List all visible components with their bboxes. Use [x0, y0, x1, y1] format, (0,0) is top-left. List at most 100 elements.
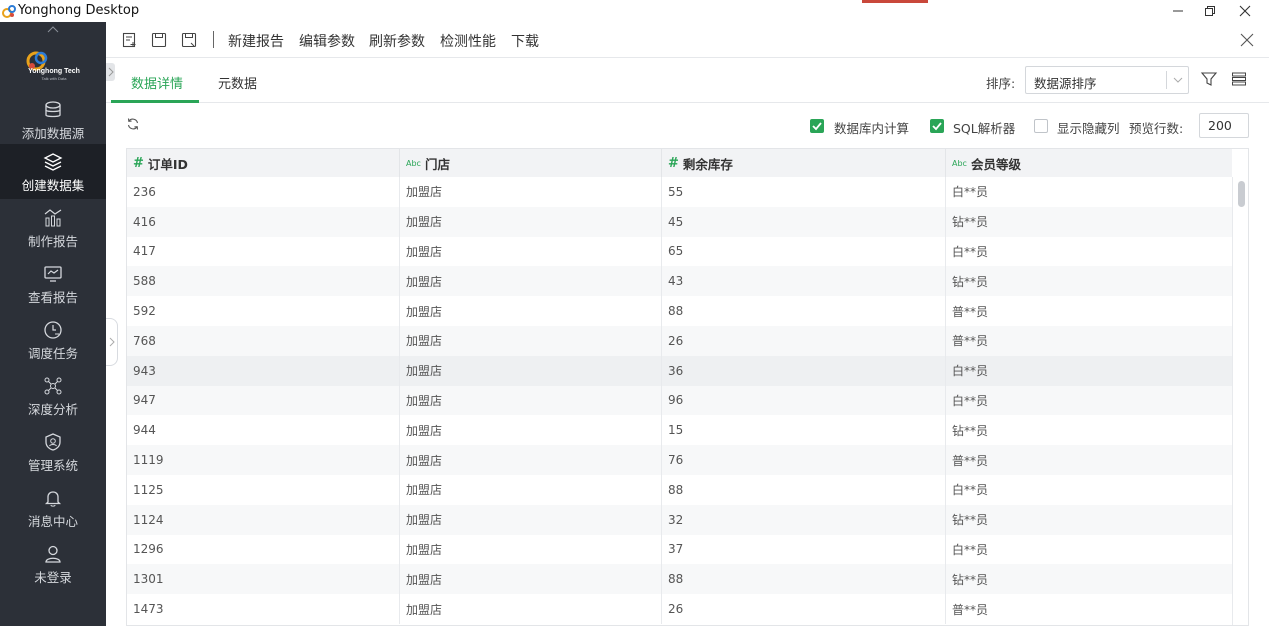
nav-label: 调度任务	[27, 346, 78, 361]
chevron-right-icon	[109, 337, 115, 347]
table-cell: 加盟店	[400, 564, 662, 595]
table-cell: 43	[662, 266, 946, 297]
data-table: # 订单ID Abc 门店 # 剩余库存 Abc 会员等级 236 加盟店 55 白*…	[126, 148, 1249, 626]
nav-item-schedule-task[interactable]: 调度任务	[0, 312, 106, 367]
table-cell: 76	[662, 445, 946, 475]
table-cell: 236	[127, 177, 400, 207]
close-button[interactable]	[1228, 0, 1262, 22]
table-cell: 加盟店	[400, 385, 662, 416]
table-row[interactable]: 236 加盟店 55 白**员	[127, 177, 1232, 207]
table-cell: 65	[662, 236, 946, 267]
edit-params-button[interactable]: 编辑参数	[299, 31, 355, 51]
yonghong-tech-logo: Yonghong Tech Talk with Data	[26, 51, 80, 81]
column-header-stock[interactable]: # 剩余库存	[662, 149, 946, 177]
show-hidden-checkbox[interactable]	[1034, 119, 1048, 133]
table-cell: 588	[127, 266, 400, 297]
table-row[interactable]: 416 加盟店 45 钻**员	[127, 206, 1232, 237]
table-cell: 钻**员	[952, 274, 989, 289]
column-header-order-id[interactable]: # 订单ID	[127, 149, 400, 177]
table-cell: 加盟店	[400, 355, 662, 386]
sql-parser-checkbox[interactable]	[930, 119, 944, 133]
table-cell: 943	[127, 355, 400, 386]
nav-item-make-report[interactable]: 制作报告	[0, 200, 106, 255]
table-row[interactable]: 417 加盟店 65 白**员	[127, 236, 1232, 267]
chevron-up-icon[interactable]	[46, 24, 60, 34]
nav-item-add-datasource[interactable]: 添加数据源	[0, 92, 106, 147]
table-row[interactable]: 1473 加盟店 26 普**员	[127, 594, 1232, 624]
column-name: 剩余库存	[682, 156, 733, 172]
scrollbar-thumb[interactable]	[1238, 181, 1245, 207]
column-type-text: Abc	[406, 158, 421, 168]
list-view-icon[interactable]	[1230, 70, 1248, 88]
close-panel-icon[interactable]	[1238, 31, 1256, 49]
new-report-button[interactable]: 新建报告	[228, 31, 284, 51]
table-scrollbar[interactable]	[1232, 177, 1248, 625]
tab-metadata[interactable]: 元数据	[218, 73, 257, 92]
table-row[interactable]: 592 加盟店 88 普**员	[127, 296, 1232, 326]
table-cell: 26	[662, 594, 946, 624]
panel-expand-handle[interactable]	[106, 318, 118, 366]
refresh-icon[interactable]	[126, 117, 140, 131]
preview-rows-input[interactable]	[1199, 113, 1249, 138]
sort-select[interactable]: 数据源排序	[1025, 66, 1189, 94]
nav-item-admin-system[interactable]: 管理系统	[0, 424, 106, 479]
nav-item-login[interactable]: 未登录	[0, 536, 106, 591]
column-header-member-level[interactable]: Abc 会员等级	[946, 149, 1232, 177]
nav-item-create-dataset[interactable]: 创建数据集	[0, 144, 106, 199]
table-cell: 加盟店	[400, 594, 662, 624]
column-type-number: #	[668, 155, 679, 171]
table-row[interactable]: 588 加盟店 43 钻**员	[127, 266, 1232, 297]
table-row[interactable]: 1124 加盟店 32 钻**员	[127, 504, 1232, 535]
table-row[interactable]: 1125 加盟店 88 白**员	[127, 475, 1232, 505]
nav-item-deep-analysis[interactable]: 深度分析	[0, 368, 106, 423]
table-cell: 加盟店	[400, 326, 662, 356]
new-file-icon[interactable]	[121, 31, 139, 49]
table-cell: 加盟店	[400, 177, 662, 207]
table-cell: 白**员	[952, 542, 989, 557]
table-cell: 1119	[127, 445, 400, 475]
restore-button[interactable]	[1193, 0, 1227, 22]
nav-item-view-report[interactable]: 查看报告	[0, 256, 106, 311]
table-row[interactable]: 1296 加盟店 37 白**员	[127, 534, 1232, 565]
check-icon	[812, 122, 822, 131]
save-as-icon[interactable]	[180, 31, 198, 49]
column-header-store[interactable]: Abc 门店	[400, 149, 662, 177]
user-icon	[45, 545, 61, 563]
table-row[interactable]: 947 加盟店 96 白**员	[127, 385, 1232, 416]
nav-label: 查看报告	[27, 290, 78, 305]
refresh-params-button[interactable]: 刷新参数	[369, 31, 425, 51]
chart-icon	[44, 209, 62, 227]
table-row[interactable]: 944 加盟店 15 钻**员	[127, 415, 1232, 446]
tab-data-details[interactable]: 数据详情	[131, 73, 183, 92]
table-cell: 白**员	[952, 393, 989, 408]
minimize-button[interactable]	[1161, 0, 1195, 22]
table-row[interactable]: 768 加盟店 26 普**员	[127, 326, 1232, 356]
nav-label: 添加数据源	[21, 126, 85, 141]
save-icon[interactable]	[150, 31, 168, 49]
table-cell: 加盟店	[400, 445, 662, 475]
db-compute-checkbox[interactable]	[810, 119, 824, 133]
table-cell: 592	[127, 296, 400, 326]
nav-item-message-center[interactable]: 消息中心	[0, 480, 106, 535]
table-cell: 36	[662, 355, 946, 386]
column-name: 会员等级	[970, 156, 1021, 172]
table-cell: 白**员	[952, 364, 989, 379]
check-performance-button[interactable]: 检测性能	[440, 31, 496, 51]
table-cell: 944	[127, 415, 400, 446]
table-cell: 加盟店	[400, 296, 662, 326]
filter-icon[interactable]	[1200, 70, 1218, 88]
table-cell: 白**员	[952, 185, 989, 200]
app-logo-icon	[2, 5, 16, 18]
table-cell: 普**员	[952, 334, 989, 349]
table-cell: 1296	[127, 534, 400, 565]
table-cell: 15	[662, 415, 946, 446]
window-indicator	[862, 0, 928, 3]
sort-dropdown-toggle[interactable]	[1166, 71, 1188, 89]
bell-icon	[44, 491, 62, 507]
download-button[interactable]: 下载	[511, 31, 539, 51]
table-cell: 32	[662, 504, 946, 535]
table-row[interactable]: 943 加盟店 36 白**员	[127, 355, 1232, 386]
table-row[interactable]: 1301 加盟店 88 钻**员	[127, 564, 1232, 595]
table-cell: 88	[662, 475, 946, 505]
table-row[interactable]: 1119 加盟店 76 普**员	[127, 445, 1232, 475]
